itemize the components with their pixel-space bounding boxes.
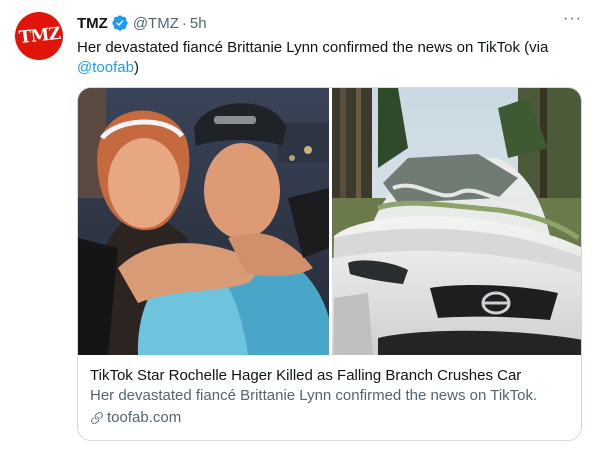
selfie-photo xyxy=(78,88,329,355)
card-description: Her devastated fiancé Brittanie Lynn con… xyxy=(90,387,538,404)
card-meta: TikTok Star Rochelle Hager Killed as Fal… xyxy=(90,366,570,428)
card-domain[interactable]: toofab.com xyxy=(107,408,181,428)
author-name[interactable]: TMZ xyxy=(77,15,108,32)
tweet-body-end: ) xyxy=(133,59,139,76)
tweet-timestamp[interactable]: 5h xyxy=(190,15,207,32)
more-options-icon[interactable]: ··· xyxy=(563,10,582,28)
mention-link[interactable]: @toofab xyxy=(77,59,134,76)
link-preview-card[interactable]: TikTok Star Rochelle Hager Killed as Fal… xyxy=(77,87,582,441)
tweet-body: Her devastated fiancé Brittanie Lynn con… xyxy=(77,39,549,56)
separator-dot: · xyxy=(181,14,187,32)
author-handle[interactable]: @TMZ xyxy=(133,15,179,32)
tweet-header: TMZ @TMZ · 5h xyxy=(77,13,207,33)
avatar-logo-text: TMZ xyxy=(17,23,61,49)
card-title: TikTok Star Rochelle Hager Killed as Fal… xyxy=(90,367,522,384)
card-domain-row: toofab.com xyxy=(90,408,570,428)
card-image[interactable] xyxy=(78,88,582,355)
link-icon xyxy=(91,412,103,424)
verified-badge-icon xyxy=(112,15,128,31)
tmz-avatar[interactable]: TMZ xyxy=(15,12,63,60)
crushed-car-photo xyxy=(332,88,581,355)
tweet-text: Her devastated fiancé Brittanie Lynn con… xyxy=(77,38,582,78)
